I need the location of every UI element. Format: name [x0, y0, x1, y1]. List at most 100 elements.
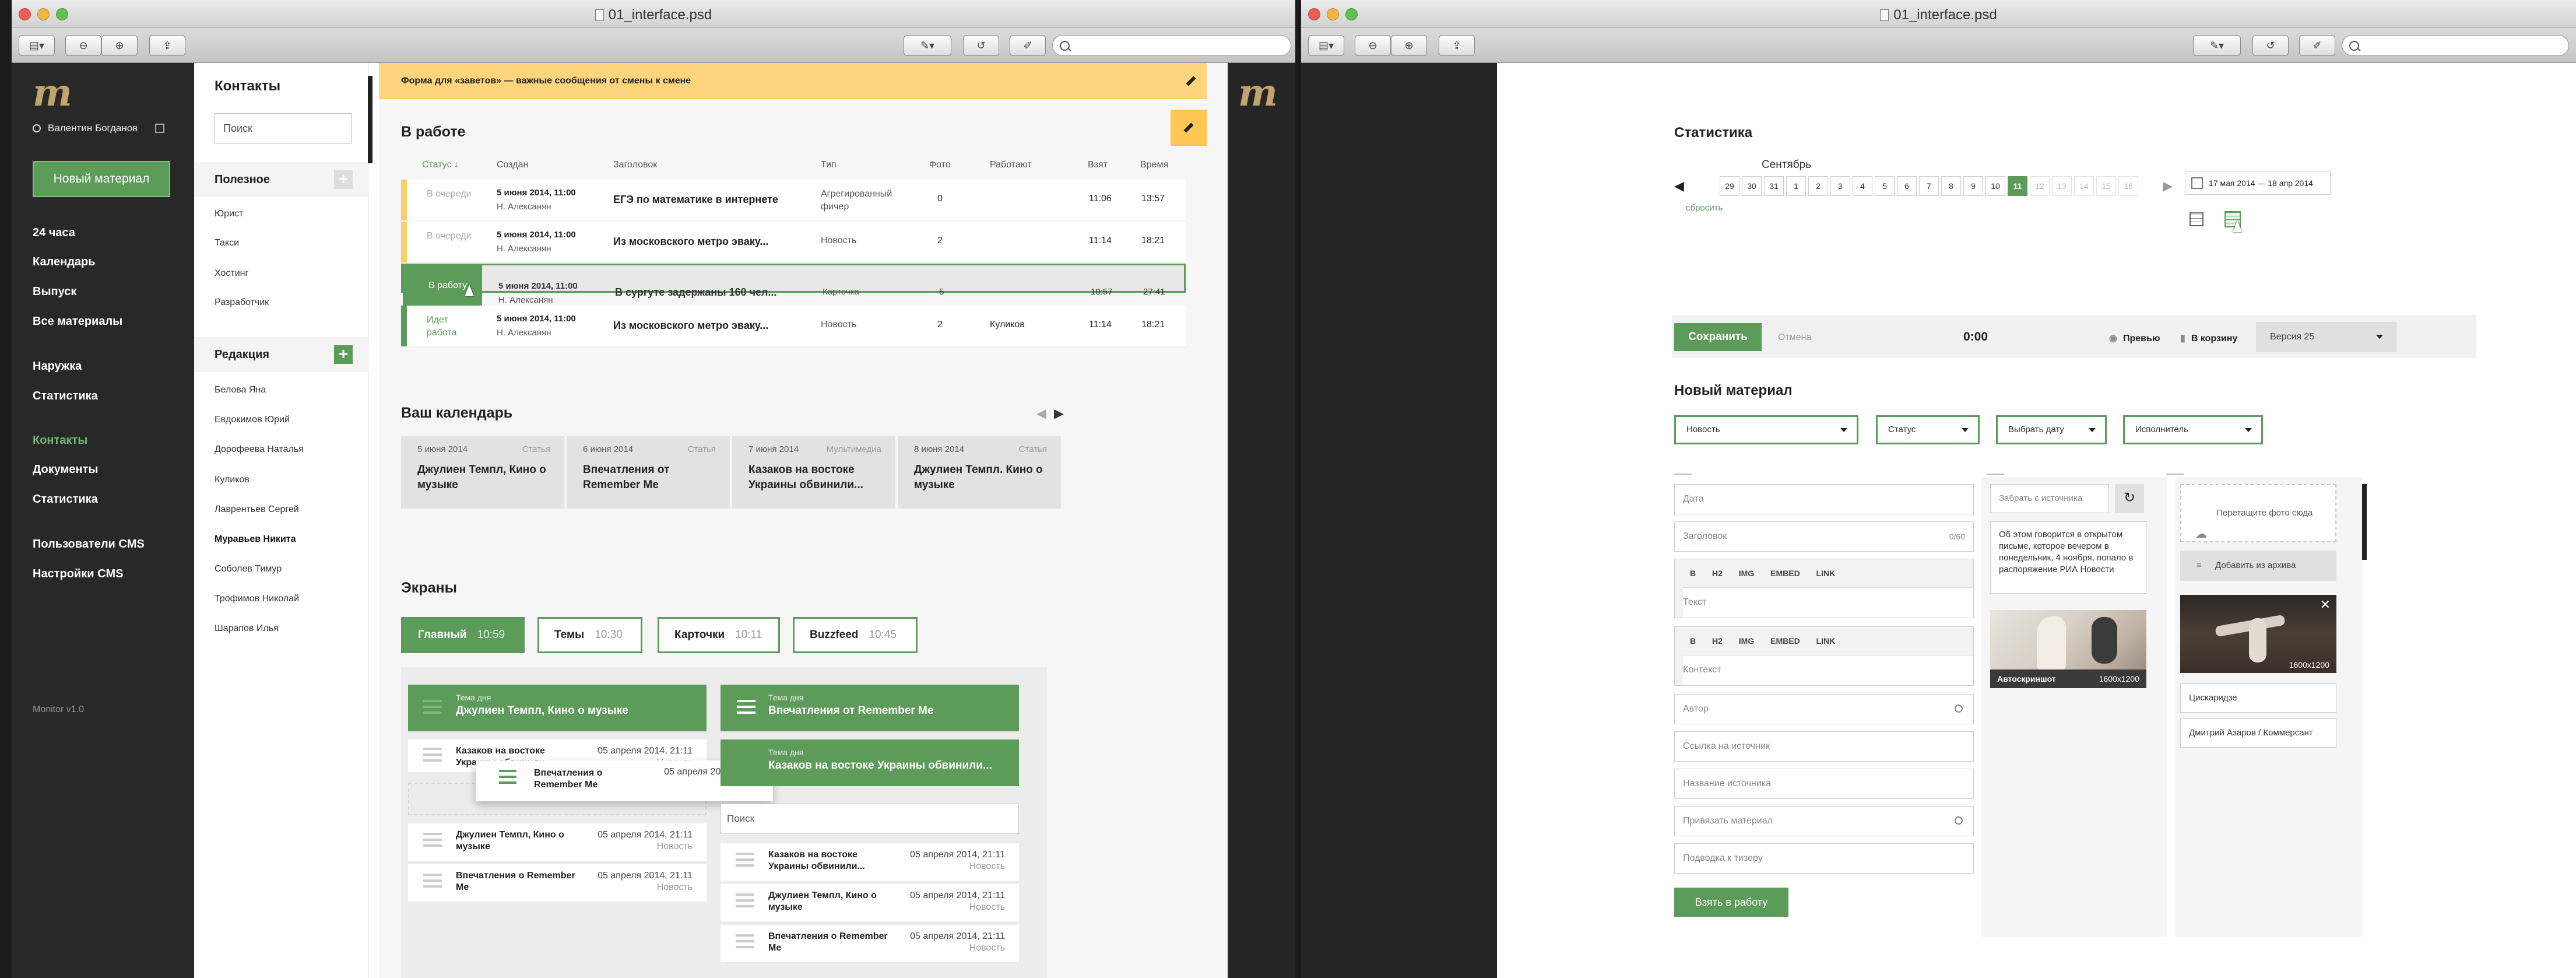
nav-outdoor[interactable]: Наружка — [33, 360, 82, 373]
sidebar-toggle-button[interactable]: ▤▾ — [1308, 35, 1344, 56]
contacts-search-input[interactable]: Поиск — [215, 113, 352, 143]
source-link-field[interactable]: Ссылка на источник — [1674, 731, 1974, 762]
source-fetch-input[interactable]: Забрать с источника — [1990, 484, 2109, 513]
col-photo[interactable]: Фото — [929, 160, 951, 170]
context-editor[interactable]: B H2 IMG EMBED LINK Контекст — [1674, 626, 1974, 686]
status-cell[interactable]: Идет работа — [407, 306, 471, 346]
contact-item[interactable]: Белова Яна — [215, 385, 266, 395]
screens-search-input[interactable]: Поиск — [721, 804, 1019, 834]
date-range-field[interactable]: 17 мая 2014 — 18 апр 2014 — [2185, 171, 2331, 195]
day-button[interactable]: 2 — [1808, 176, 1828, 196]
drag-handle-icon[interactable] — [736, 893, 754, 896]
nav-statistics[interactable]: Статистика — [33, 390, 98, 403]
list-item[interactable]: Джулиен Темпл, Кино о музыке 05 апреля 20… — [408, 823, 707, 861]
photo-column-scrollbar[interactable] — [2362, 484, 2367, 560]
photo-caption-field[interactable]: Цискаридзе — [2180, 683, 2336, 713]
resize-handle-icon[interactable] — [1674, 474, 1692, 475]
sidebar-toggle-button[interactable]: ▤▾ — [19, 35, 55, 56]
share-button[interactable]: ⇪ — [1439, 35, 1475, 56]
nav-calendar[interactable]: Календарь — [33, 255, 96, 269]
col-type[interactable]: Тип — [821, 160, 837, 170]
autoscreen-image[interactable]: Автоскриншот 1600x1200 — [1990, 610, 2146, 688]
nav-statistics-2[interactable]: Статистика — [33, 493, 98, 506]
date-select[interactable]: Выбрать дату — [1996, 415, 2107, 444]
list-item[interactable]: Джулиен Темпл, Кино о музыке 05 апреля 20… — [721, 884, 1019, 921]
day-button[interactable]: 7 — [1919, 176, 1939, 196]
rotate-button[interactable]: ↺ — [2252, 35, 2289, 56]
day-button[interactable]: 14 — [2074, 176, 2094, 196]
markup-button[interactable]: ✎▾ — [2193, 35, 2241, 56]
nav-cms-settings[interactable]: Настройки CMS — [33, 567, 124, 581]
save-button[interactable]: Сохранить — [1674, 323, 1762, 351]
day-button[interactable]: 1 — [1786, 176, 1806, 196]
calendar-card[interactable]: 5 июня 2014 Статья Джулиен Темпл, Кино о м… — [401, 436, 564, 509]
contact-item[interactable]: Лаврентьев Сергей — [215, 504, 299, 515]
version-select[interactable]: Версия 25 — [2256, 322, 2397, 352]
edit-button[interactable]: ✐ — [2299, 35, 2335, 56]
preview-button[interactable]: ◉ Превью — [2109, 332, 2160, 344]
contact-item[interactable]: Евдокимов Юрий — [215, 415, 290, 425]
feature-card[interactable]: Тема дня Джулиен Темпл, Кино о музыке — [408, 685, 707, 731]
zoom-in-button[interactable]: ⊕ — [101, 35, 138, 56]
pencil-icon[interactable] — [1186, 76, 1196, 86]
col-status[interactable]: Статус ↓ — [422, 160, 459, 170]
photo-credit-field[interactable]: Дмитрий Азаров / Коммерсант — [2180, 718, 2336, 748]
attach-material-field[interactable]: Привязать материал — [1674, 806, 1974, 836]
day-button[interactable]: 15 — [2096, 176, 2116, 196]
zoom-out-button[interactable]: ⊖ — [1355, 35, 1391, 56]
rotate-button[interactable]: ↺ — [963, 35, 999, 56]
drag-handle-icon[interactable] — [736, 934, 754, 937]
reset-link[interactable]: сбросить — [1686, 203, 1723, 213]
logo[interactable]: m — [33, 75, 72, 112]
nav-cms-users[interactable]: Пользователи CMS — [33, 538, 145, 551]
new-material-button[interactable]: Новый материал — [33, 161, 170, 197]
toolbar-search-field[interactable] — [2342, 35, 2569, 56]
calendar-card[interactable]: 7 июня 2014 Мультимедиа Казаков на востоке… — [732, 436, 895, 509]
contact-item[interactable]: Соболев Тимур — [215, 564, 282, 574]
col-taken[interactable]: Взят — [1088, 160, 1108, 170]
day-button[interactable]: 8 — [1941, 176, 1961, 196]
calendar-next-icon[interactable]: ▶ — [1054, 406, 1064, 421]
cancel-button[interactable]: Отмена — [1778, 332, 1811, 343]
assignee-select[interactable]: Исполнитель — [2123, 415, 2263, 444]
tab-buzzfeed[interactable]: Buzzfeed 10:45 — [793, 617, 918, 653]
teaser-lead-field[interactable]: Подводка к тизеру — [1674, 843, 1974, 874]
day-button[interactable]: 13 — [2052, 176, 2072, 196]
headline-cell[interactable]: В сургуте задержаны 160 чел... — [615, 279, 776, 305]
zoom-in-button[interactable]: ⊕ — [1391, 35, 1427, 56]
tab-cards[interactable]: Карточки 10:11 — [658, 617, 780, 653]
resize-handle-icon[interactable] — [1987, 474, 2004, 475]
list-item[interactable]: Впечатления о Remember Me 05 апреля 2014,… — [721, 925, 1019, 962]
context-area[interactable]: Контекст — [1683, 655, 1973, 685]
add-from-archive-button[interactable]: ≡ Добавить из архива — [2180, 551, 2336, 581]
status-cell[interactable]: В очереди — [407, 180, 480, 220]
contact-item[interactable]: Хостинг — [215, 268, 248, 279]
contact-item[interactable]: Такси — [215, 238, 239, 248]
trash-button[interactable]: ▮ В корзину — [2180, 332, 2237, 344]
take-to-work-button[interactable]: Взять в работу — [1674, 888, 1788, 917]
col-time[interactable]: Время — [1140, 160, 1168, 170]
feature-card[interactable]: Тема дня Впечатления от Remember Me — [721, 685, 1019, 731]
calendar-card[interactable]: 8 июня 2014 Статья Джулиен Темпл. Кино о м… — [898, 436, 1061, 509]
day-button[interactable]: 12 — [2030, 176, 2050, 196]
table-row-selected[interactable]: В работу 5 июня 2014, 11:00 Н. Алексанян… — [401, 264, 1186, 306]
contact-item[interactable]: Разработчик — [215, 297, 269, 308]
day-button[interactable]: 16 — [2118, 176, 2138, 196]
nav-24h[interactable]: 24 часа — [33, 226, 75, 240]
drag-handle-icon[interactable] — [499, 770, 516, 772]
day-button[interactable]: 4 — [1853, 176, 1872, 196]
day-button[interactable]: 29 — [1720, 176, 1739, 196]
edit-button[interactable] — [1171, 110, 1207, 146]
col-created[interactable]: Создан — [497, 160, 528, 170]
add-useful-button[interactable]: + — [334, 170, 353, 189]
photo-dropzone[interactable]: ☁ Перетащите фото сюда — [2180, 484, 2336, 542]
editor-toolbar[interactable]: B H2 IMG EMBED LINK — [1690, 636, 1835, 646]
type-select[interactable]: Новость — [1674, 415, 1858, 444]
drag-handle-icon[interactable] — [423, 874, 442, 876]
contact-item[interactable]: Куликов — [215, 475, 249, 485]
headline-cell[interactable]: Из московского метро эваку... — [613, 236, 768, 248]
text-editor[interactable]: B H2 IMG EMBED LINK Текст — [1674, 559, 1974, 618]
status-select[interactable]: Статус — [1876, 415, 1980, 444]
add-editorial-button[interactable]: + — [334, 345, 353, 364]
calendar-card[interactable]: 6 июня 2014 Статья Впечатления от Remember… — [567, 436, 730, 509]
